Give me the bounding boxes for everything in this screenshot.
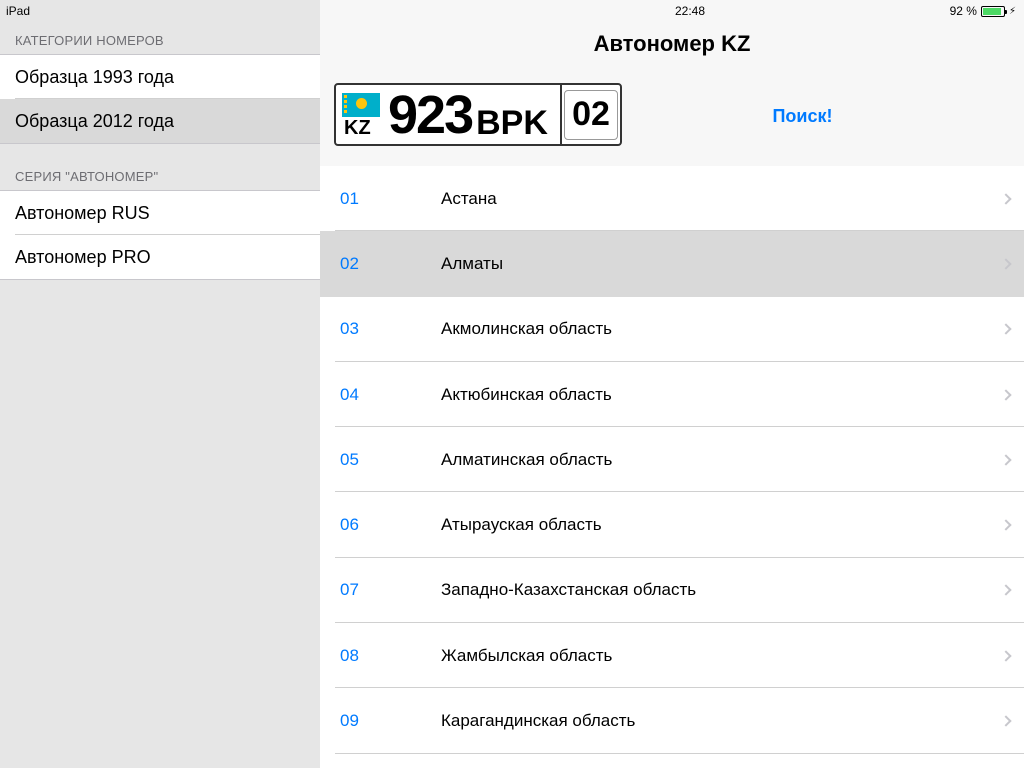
region-name: Алматинская область — [441, 449, 613, 469]
plate-flag-area: KZ — [336, 85, 388, 144]
region-name: Атырауская область — [441, 515, 602, 535]
region-code: 04 — [340, 384, 359, 404]
list-item[interactable]: 07 Западно-Казахстанская область — [320, 558, 1024, 624]
region-name: Акмолинская область — [441, 319, 612, 339]
list-item[interactable]: 04 Актюбинская область — [320, 362, 1024, 428]
list-item[interactable]: 02 Алматы — [320, 231, 1024, 297]
sidebar-item-1993[interactable]: Образца 1993 года — [0, 55, 320, 99]
chevron-right-icon — [1000, 323, 1012, 335]
chevron-right-icon — [1000, 584, 1012, 597]
row-separator — [335, 752, 1024, 754]
region-code: 03 — [340, 319, 359, 339]
plate-region-code: 02 — [564, 89, 618, 140]
chevron-right-icon — [1000, 388, 1012, 401]
license-plate: KZ 923 BPK 02 — [334, 83, 622, 146]
plate-digits: 923 — [388, 85, 474, 145]
sidebar-item-label: Образца 2012 года — [15, 110, 175, 131]
divider — [0, 143, 320, 144]
chevron-right-icon — [1000, 519, 1012, 531]
region-name: Актюбинская область — [441, 384, 612, 404]
list-item[interactable]: 08 Жамбылская область — [320, 623, 1024, 689]
status-time: 22:48 — [674, 4, 705, 18]
list-item[interactable]: 06 Атырауская область — [320, 492, 1024, 558]
chevron-right-icon — [1000, 650, 1012, 662]
region-code: 05 — [340, 449, 359, 469]
battery-icon — [980, 5, 1007, 17]
list-item[interactable]: 05 Алматинская область — [320, 427, 1024, 493]
sidebar-item-label: Образца 1993 года — [15, 66, 175, 87]
region-code: 01 — [340, 188, 359, 208]
flag-sun — [356, 98, 367, 109]
main-panel: 22:48 92 % ⚡ Автономер KZ KZ 923 BPK 02 … — [320, 0, 1024, 768]
sidebar-item-label: Автономер RUS — [15, 202, 150, 223]
plate-letters: BPK — [476, 104, 548, 142]
plate-region: 02 — [560, 85, 620, 144]
region-name: Западно-Казахстанская область — [441, 580, 697, 600]
region-code: 06 — [340, 515, 359, 535]
section-header-categories: КАТЕГОРИИ НОМЕРОВ — [15, 33, 164, 48]
page-title: Автономер KZ — [593, 31, 751, 56]
flag-ornament — [344, 95, 347, 115]
battery-percent: 92 % — [949, 4, 977, 18]
chevron-right-icon — [1000, 715, 1012, 727]
divider — [0, 279, 320, 280]
charging-icon: ⚡ — [1008, 5, 1016, 17]
region-name: Жамбылская область — [441, 645, 613, 665]
sidebar-item-rus[interactable]: Автономер RUS — [0, 191, 320, 235]
list-item[interactable]: 03 Акмолинская область — [320, 297, 1024, 362]
region-name: Астана — [441, 188, 497, 208]
plate-number: 923 BPK — [388, 85, 552, 144]
header-area: 22:48 92 % ⚡ Автономер KZ KZ 923 BPK 02 … — [320, 0, 1024, 166]
sidebar-item-2012[interactable]: Образца 2012 года — [0, 99, 320, 143]
battery-indicator: 92 % ⚡ — [950, 4, 1016, 18]
region-code: 07 — [340, 580, 359, 600]
chevron-right-icon — [1000, 192, 1012, 205]
regions-list: 01 Астана 02 Алматы 03 Акмолинская область 04 А… — [320, 166, 1024, 754]
list-item[interactable]: 01 Астана — [320, 166, 1024, 232]
battery-fill — [982, 7, 1002, 15]
region-name: Карагандинская область — [441, 711, 636, 731]
region-code: 08 — [340, 645, 359, 665]
list-item[interactable]: 09 Карагандинская область — [320, 688, 1024, 754]
region-code: 02 — [340, 253, 359, 273]
chevron-right-icon — [1000, 454, 1012, 466]
kazakhstan-flag-icon — [342, 93, 380, 117]
region-name: Алматы — [441, 253, 504, 273]
section-header-series: СЕРИЯ "АВТОНОМЕР" — [15, 169, 159, 184]
region-code: 09 — [340, 711, 359, 731]
sidebar-item-label: Автономер PRO — [15, 246, 151, 267]
sidebar-item-pro[interactable]: Автономер PRO — [0, 235, 320, 279]
sidebar: iPad КАТЕГОРИИ НОМЕРОВ Образца 1993 года… — [0, 0, 320, 768]
device-name: iPad — [6, 4, 31, 18]
plate-country-code: KZ — [344, 117, 371, 139]
search-button[interactable]: Поиск! — [750, 106, 855, 127]
chevron-right-icon — [1000, 258, 1012, 270]
